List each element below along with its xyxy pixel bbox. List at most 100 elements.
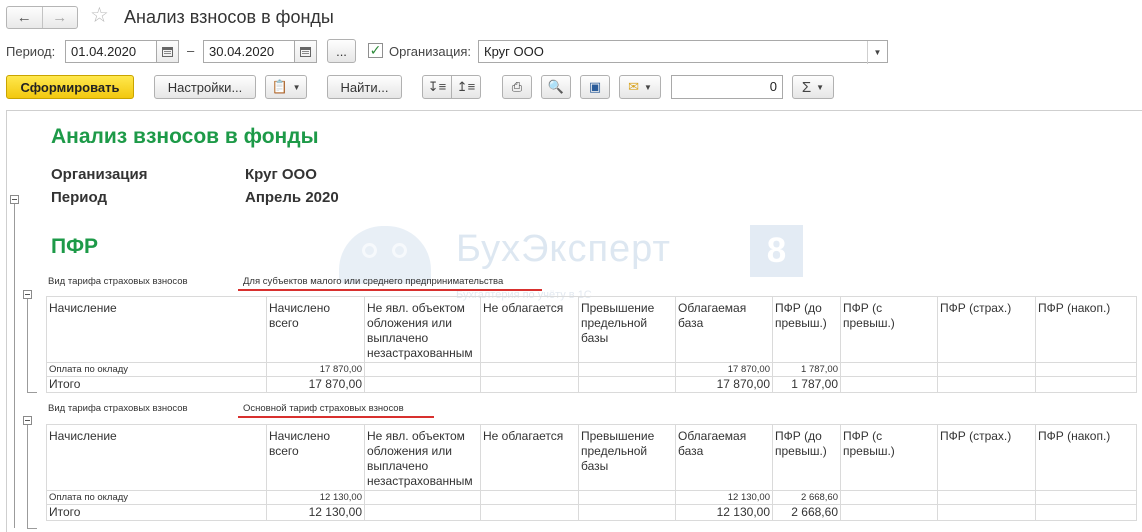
table-cell: [840, 504, 938, 521]
table-row: Оплата по окладу 17 870,00 17 870,00 1 7…: [46, 362, 1137, 377]
print-button[interactable]: ⎙: [502, 75, 532, 99]
table-cell: [937, 376, 1036, 393]
organization-label: Организация:: [389, 44, 472, 59]
group-line: [27, 424, 28, 528]
table-cell: 12 130,00: [266, 490, 365, 505]
sigma-icon: Σ: [801, 78, 812, 96]
tariff-label: Вид тарифа страховых взносов: [48, 403, 188, 414]
column-header: ПФР (до превыш.): [772, 296, 841, 363]
table-cell: [480, 504, 579, 521]
column-header: ПФР (с превыш.): [840, 296, 938, 363]
table-header-row: Начисление Начислено всего Не явл. объек…: [46, 424, 1137, 491]
date-from-input[interactable]: 01.04.2020: [65, 40, 157, 63]
table-cell: Оплата по окладу: [46, 362, 267, 377]
table-cell: [937, 362, 1036, 377]
sort-ascending-icon: ↥≡: [456, 79, 476, 94]
table-cell: Итого: [46, 376, 267, 393]
table-cell: [364, 490, 481, 505]
column-header: Превышение предельной базы: [578, 424, 676, 491]
watermark-number: 8: [750, 225, 803, 277]
table-cell: 12 130,00: [675, 490, 773, 505]
table-total-row: Итого 17 870,00 17 870,00 1 787,00: [46, 376, 1137, 393]
table-cell: [578, 376, 676, 393]
chevron-down-icon[interactable]: ▼: [867, 41, 887, 64]
sum-value-field[interactable]: 0: [671, 75, 783, 99]
report-period-value: Апрель 2020: [245, 189, 339, 206]
calendar-icon[interactable]: [295, 40, 317, 63]
chevron-down-icon: ▼: [292, 82, 301, 92]
organization-checkbox[interactable]: ✓: [368, 43, 383, 58]
table-cell: 1 787,00: [772, 362, 841, 377]
column-header: Облагаемая база: [675, 296, 773, 363]
table-cell: 2 668,60: [772, 504, 841, 521]
back-arrow-icon[interactable]: ←: [7, 7, 42, 28]
table-cell: 12 130,00: [675, 504, 773, 521]
table-cell: [364, 376, 481, 393]
sort-descending-button[interactable]: ↧≡: [422, 75, 452, 99]
group-line: [27, 298, 28, 392]
save-button[interactable]: ▣: [580, 75, 610, 99]
table-total-row: Итого 12 130,00 12 130,00 2 668,60: [46, 504, 1137, 521]
column-header: Начислено всего: [266, 296, 365, 363]
table-cell: [840, 362, 938, 377]
report-org-value: Круг ООО: [245, 166, 317, 183]
chevron-down-icon: ▼: [816, 82, 825, 92]
settings-button[interactable]: Настройки...: [154, 75, 256, 99]
table-row: Оплата по окладу 12 130,00 12 130,00 2 6…: [46, 490, 1137, 505]
send-email-button[interactable]: ✉ ▼: [619, 75, 661, 99]
print-preview-icon: 🔍: [547, 79, 565, 94]
column-header: ПФР (до превыш.): [772, 424, 841, 491]
collapse-group-icon[interactable]: [23, 290, 32, 299]
envelope-icon: ✉: [628, 79, 639, 94]
calendar-icon[interactable]: [157, 40, 179, 63]
table-cell: [840, 490, 938, 505]
group-line: [27, 392, 37, 393]
tariff-label: Вид тарифа страховых взносов: [48, 276, 188, 287]
floppy-disk-icon: ▣: [588, 79, 602, 94]
generate-button[interactable]: Сформировать: [6, 75, 134, 99]
collapse-group-icon[interactable]: [23, 416, 32, 425]
column-header: Начисление: [46, 424, 267, 491]
table-cell: 2 668,60: [772, 490, 841, 505]
sort-ascending-button[interactable]: ↥≡: [451, 75, 481, 99]
table-cell: [840, 376, 938, 393]
table-cell: [578, 490, 676, 505]
favorite-star-icon[interactable]: ☆: [90, 5, 109, 27]
highlight-underline: [238, 289, 542, 291]
table-header-row: Начисление Начислено всего Не явл. объек…: [46, 296, 1137, 363]
contributions-table: Начисление Начислено всего Не явл. объек…: [46, 296, 1137, 393]
period-select-button[interactable]: ...: [327, 39, 356, 63]
table-cell: [480, 362, 579, 377]
column-header: ПФР (страх.): [937, 424, 1036, 491]
column-header: ПФР (с превыш.): [840, 424, 938, 491]
sum-mode-button[interactable]: Σ ▼: [792, 75, 834, 99]
forward-arrow-icon[interactable]: →: [41, 7, 78, 28]
preview-button[interactable]: 🔍: [541, 75, 571, 99]
column-header: Превышение предельной базы: [578, 296, 676, 363]
variants-button[interactable]: 📋 ▼: [265, 75, 307, 99]
tariff-value: Для субъектов малого или среднего предпр…: [243, 276, 504, 287]
column-header: Не облагается: [480, 296, 579, 363]
table-cell: [1035, 504, 1137, 521]
group-line: [27, 528, 37, 529]
printer-icon: ⎙: [511, 79, 523, 94]
date-dash: –: [187, 43, 195, 58]
date-to-input[interactable]: 30.04.2020: [203, 40, 295, 63]
collapse-group-icon[interactable]: [10, 195, 19, 204]
column-header: Начислено всего: [266, 424, 365, 491]
find-button[interactable]: Найти...: [327, 75, 402, 99]
column-header: Не облагается: [480, 424, 579, 491]
period-label: Период:: [6, 44, 56, 59]
table-cell: [480, 490, 579, 505]
table-cell: [937, 504, 1036, 521]
sort-descending-icon: ↧≡: [427, 79, 447, 94]
table-cell: 17 870,00: [675, 376, 773, 393]
organization-select[interactable]: Круг ООО ▼: [478, 40, 888, 64]
table-cell: Оплата по окладу: [46, 490, 267, 505]
column-header: ПФР (накоп.): [1035, 296, 1137, 363]
tariff-value: Основной тариф страховых взносов: [243, 403, 404, 414]
watermark-brand: БухЭксперт: [456, 228, 671, 270]
table-cell: 17 870,00: [266, 362, 365, 377]
report-org-label: Организация: [51, 166, 148, 183]
section-title: ПФР: [51, 235, 99, 258]
